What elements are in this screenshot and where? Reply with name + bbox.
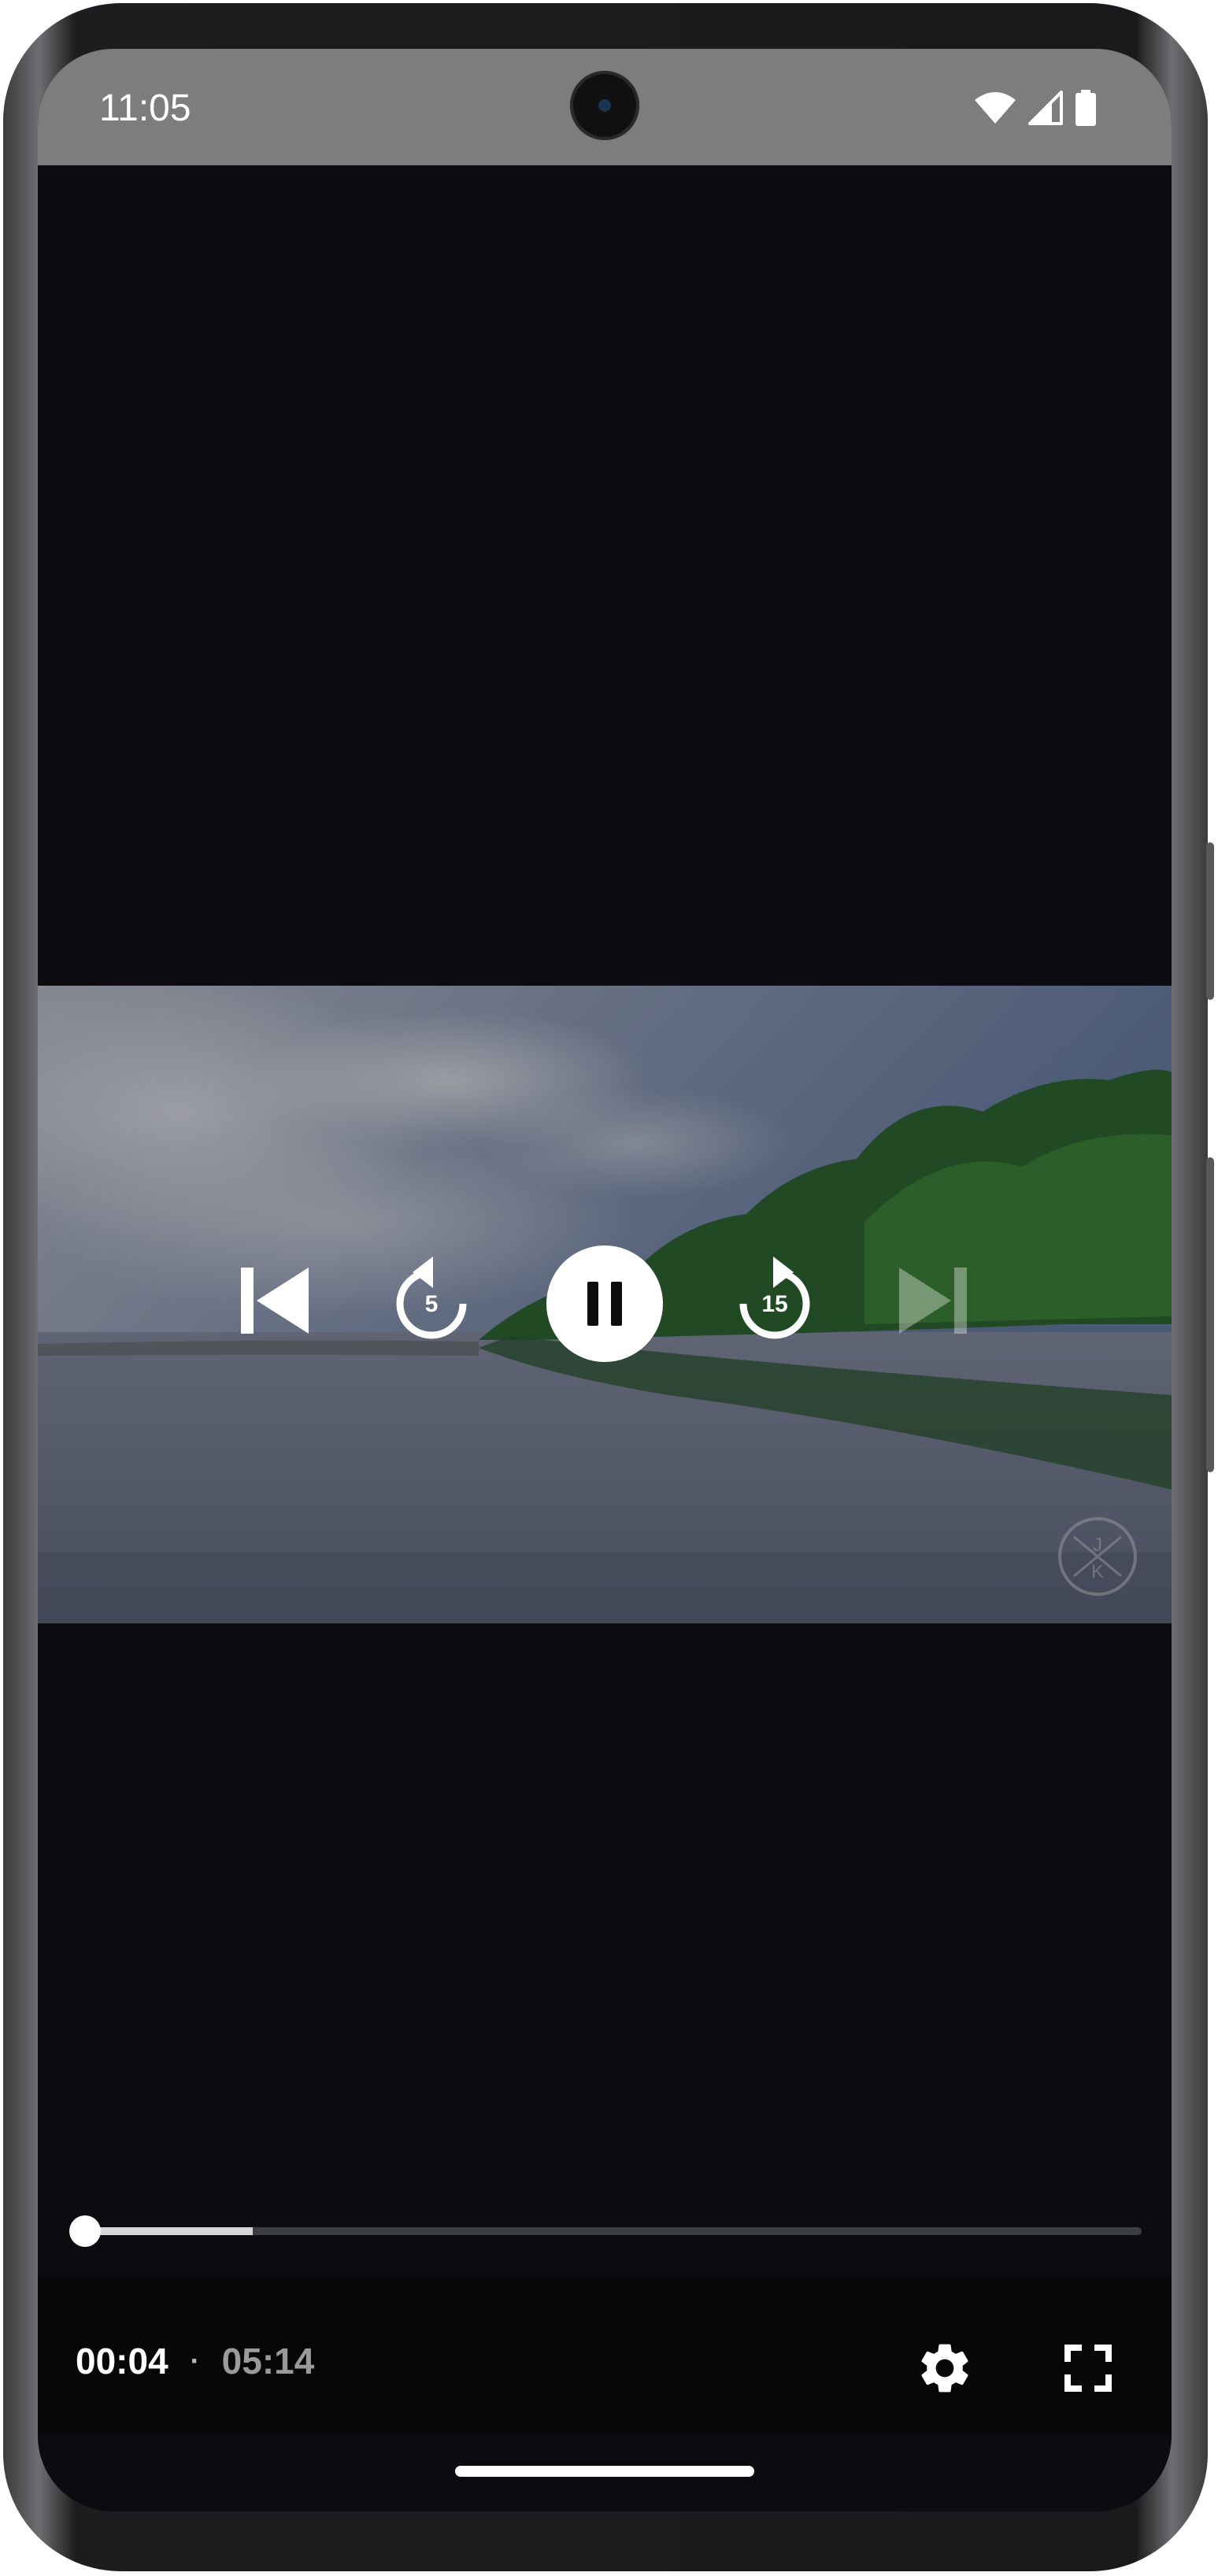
current-time: 00:04 bbox=[76, 2341, 168, 2382]
pause-icon bbox=[587, 1282, 622, 1326]
time-separator: · bbox=[190, 2345, 200, 2377]
seek-bar[interactable] bbox=[68, 2215, 1142, 2247]
rewind-seconds: 5 bbox=[424, 1291, 439, 1317]
next-button[interactable] bbox=[877, 1245, 987, 1356]
previous-button[interactable] bbox=[220, 1245, 331, 1356]
status-icons bbox=[975, 90, 1096, 126]
time-display: 00:04 · 05:14 bbox=[76, 2340, 314, 2382]
skip-next-icon bbox=[899, 1268, 967, 1334]
total-duration: 05:14 bbox=[221, 2341, 315, 2382]
forward-button[interactable]: 15 bbox=[720, 1238, 830, 1364]
settings-icon bbox=[921, 2344, 968, 2393]
volume-button bbox=[1206, 1157, 1214, 1472]
wifi-icon bbox=[975, 92, 1016, 124]
battery-icon bbox=[1075, 90, 1096, 126]
cell-signal-icon bbox=[1028, 91, 1063, 125]
front-camera bbox=[570, 71, 639, 140]
status-bar: 11:05 bbox=[38, 49, 1172, 165]
seek-thumb[interactable] bbox=[68, 2215, 101, 2247]
control-bar: 00:04 · 05:14 bbox=[38, 2277, 1172, 2434]
screen: 11:05 J K 5 15 00:04 · 05:14 bbox=[38, 49, 1172, 2511]
forward-seconds: 15 bbox=[761, 1291, 788, 1317]
fullscreen-button[interactable] bbox=[1044, 2324, 1132, 2412]
rewind-button[interactable]: 5 bbox=[376, 1238, 487, 1364]
skip-previous-icon bbox=[241, 1268, 309, 1334]
play-pause-button[interactable] bbox=[546, 1245, 663, 1362]
status-time: 11:05 bbox=[99, 87, 191, 129]
video-player[interactable]: J K 5 15 bbox=[38, 986, 1172, 1623]
fullscreen-icon bbox=[1064, 2345, 1112, 2392]
power-button bbox=[1206, 842, 1214, 1000]
gesture-nav-bar[interactable] bbox=[455, 2466, 754, 2477]
settings-button[interactable] bbox=[898, 2321, 992, 2415]
